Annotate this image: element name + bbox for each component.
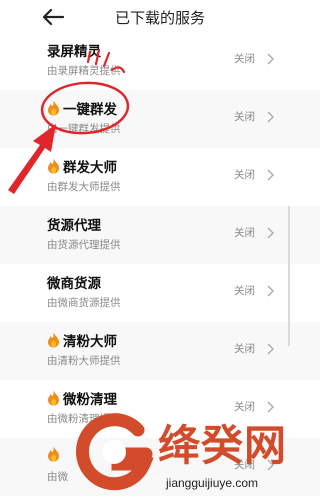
- service-name: 录屏精灵: [47, 44, 101, 60]
- service-status: 关闭: [234, 227, 255, 239]
- service-row[interactable]: 微商货源 由微商货源提供 关闭: [0, 264, 320, 322]
- watermark-brand: 绛癸网: [158, 421, 288, 470]
- service-name: 微粉清理: [47, 388, 117, 408]
- service-name: 微商货源: [47, 276, 101, 292]
- chevron-right-icon: [267, 285, 274, 297]
- page-title: 已下载的服务: [114, 9, 205, 27]
- service-provider: 由群发大师提供: [47, 181, 121, 193]
- scrollbar[interactable]: [288, 206, 290, 346]
- service-name: 清粉大师: [47, 330, 117, 350]
- service-status: 关闭: [234, 169, 255, 181]
- service-provider: 由货源代理提供: [47, 239, 121, 251]
- watermark-logo: [76, 413, 154, 491]
- service-provider: 由微: [47, 471, 68, 483]
- service-status: 关闭: [234, 111, 255, 123]
- service-status: 关闭: [234, 53, 255, 65]
- service-row[interactable]: 清粉大师 由清粉大师提供 关闭: [0, 322, 320, 380]
- chevron-right-icon: [267, 169, 274, 181]
- service-provider: 由录屏精灵提供: [47, 65, 121, 77]
- service-provider: 由一键群发提供: [47, 123, 121, 135]
- service-name: 一键群发: [47, 98, 117, 118]
- service-provider: 由微商货源提供: [47, 297, 121, 309]
- service-status: 关闭: [234, 285, 255, 297]
- watermark-url: jiangguijiuye.com: [166, 476, 259, 490]
- service-name: [47, 446, 63, 464]
- service-row[interactable]: 货源代理 由货源代理提供 关闭: [0, 206, 320, 264]
- service-row[interactable]: 一键群发 由一键群发提供 关闭: [0, 90, 320, 148]
- service-row[interactable]: 录屏精灵 由录屏精灵提供 关闭: [0, 32, 320, 90]
- service-name: 货源代理: [47, 218, 101, 234]
- service-provider: 由清粉大师提供: [47, 355, 121, 367]
- chevron-right-icon: [267, 343, 274, 355]
- fire-icon: [48, 100, 59, 116]
- top-bar: 已下载的服务: [0, 0, 320, 36]
- fire-icon: [48, 158, 59, 174]
- fire-icon: [48, 332, 59, 348]
- fire-icon: [48, 390, 59, 406]
- chevron-right-icon: [267, 111, 274, 123]
- chevron-right-icon: [267, 227, 274, 239]
- service-row[interactable]: 群发大师 由群发大师提供 关闭: [0, 148, 320, 206]
- chevron-right-icon: [267, 53, 274, 65]
- service-status: 关闭: [234, 343, 255, 355]
- fire-icon: [48, 446, 59, 462]
- service-name: 群发大师: [47, 156, 117, 176]
